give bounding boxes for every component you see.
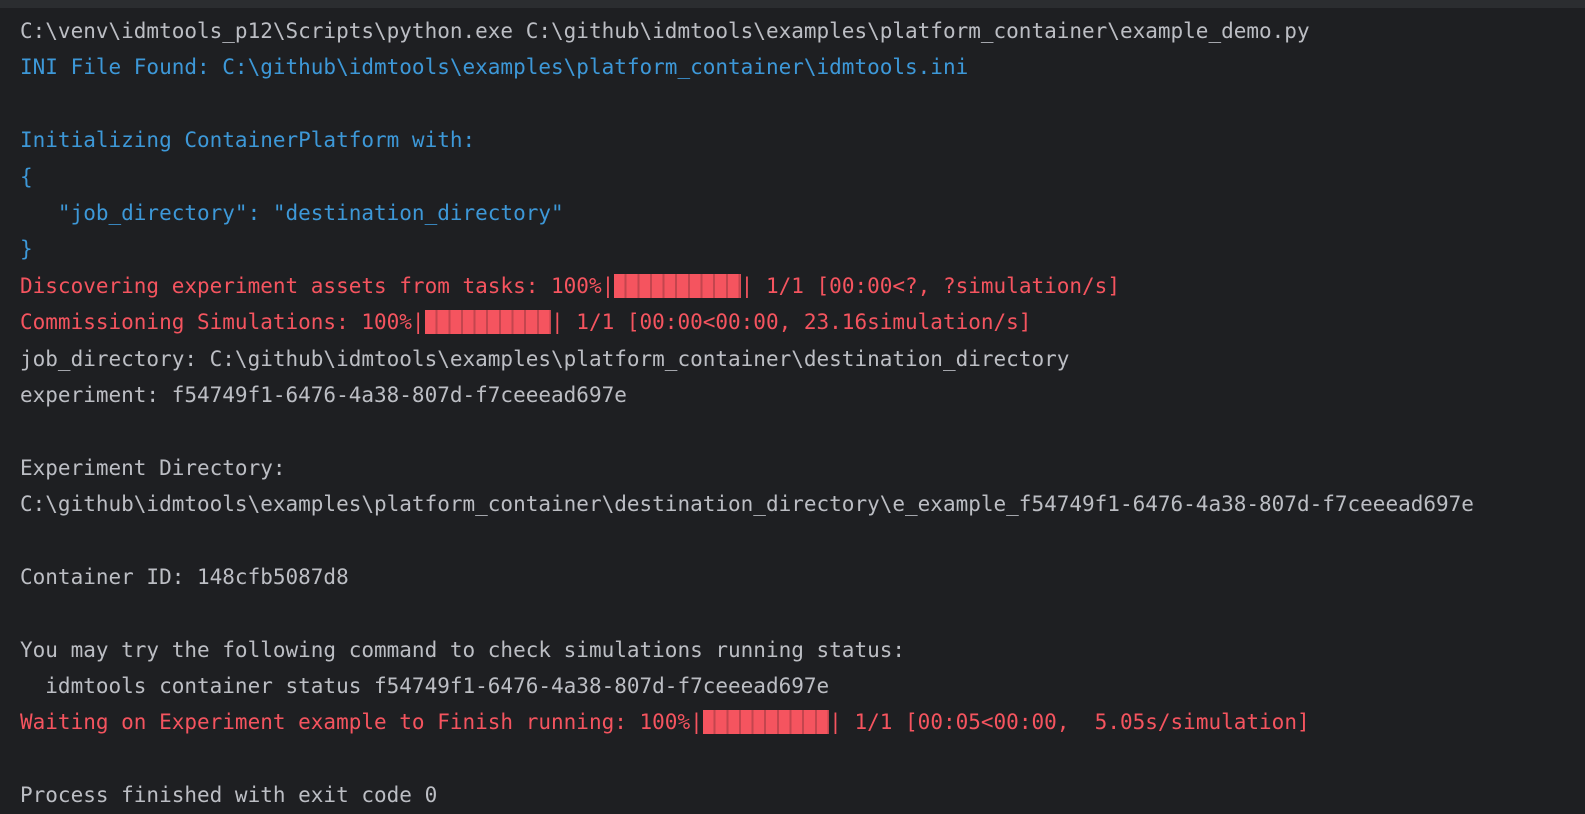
console-line-blank xyxy=(20,595,1585,631)
console-line-blank xyxy=(20,86,1585,122)
console-line-progress-discover: Discovering experiment assets from tasks… xyxy=(20,268,1585,304)
progress-suffix: | 1/1 [00:00<00:00, 23.16simulation/s] xyxy=(551,310,1031,334)
console-line-progress-waiting: Waiting on Experiment example to Finish … xyxy=(20,704,1585,740)
console-line-container-id: Container ID: 148cfb5087d8 xyxy=(20,559,1585,595)
progress-suffix: | 1/1 [00:05<00:00, 5.05s/simulation] xyxy=(829,710,1309,734)
console-line-jobdir: job_directory: C:\github\idmtools\exampl… xyxy=(20,341,1585,377)
console-line-hint: You may try the following command to che… xyxy=(20,632,1585,668)
console-line-expdir-label: Experiment Directory: xyxy=(20,450,1585,486)
console-line-status-command: idmtools container status f54749f1-6476-… xyxy=(20,668,1585,704)
progress-prefix: Commissioning Simulations: 100%| xyxy=(20,310,425,334)
progress-prefix: Waiting on Experiment example to Finish … xyxy=(20,710,703,734)
console-line-blank xyxy=(20,741,1585,777)
console-line-ini-found: INI File Found: C:\github\idmtools\examp… xyxy=(20,49,1585,85)
progress-prefix: Discovering experiment assets from tasks… xyxy=(20,274,614,298)
console-line-blank xyxy=(20,413,1585,449)
progress-suffix: | 1/1 [00:00<?, ?simulation/s] xyxy=(741,274,1120,298)
console-line-init-platform: Initializing ContainerPlatform with: xyxy=(20,122,1585,158)
console-output: C:\venv\idmtools_p12\Scripts\python.exe … xyxy=(0,8,1585,814)
window-top-strip xyxy=(0,0,1585,8)
console-line-json-close: } xyxy=(20,231,1585,267)
console-line-progress-commission: Commissioning Simulations: 100%|████████… xyxy=(20,304,1585,340)
console-line-expdir-path: C:\github\idmtools\examples\platform_con… xyxy=(20,486,1585,522)
console-line-experiment-id: experiment: f54749f1-6476-4a38-807d-f7ce… xyxy=(20,377,1585,413)
console-line-blank xyxy=(20,522,1585,558)
console-line-json-jobdir: "job_directory": "destination_directory" xyxy=(20,195,1585,231)
progress-bar: ██████████ xyxy=(703,710,829,734)
progress-bar: ██████████ xyxy=(614,274,740,298)
console-line-command: C:\venv\idmtools_p12\Scripts\python.exe … xyxy=(20,13,1585,49)
console-line-json-open: { xyxy=(20,159,1585,195)
console-line-exit-code: Process finished with exit code 0 xyxy=(20,777,1585,813)
progress-bar: ██████████ xyxy=(425,310,551,334)
